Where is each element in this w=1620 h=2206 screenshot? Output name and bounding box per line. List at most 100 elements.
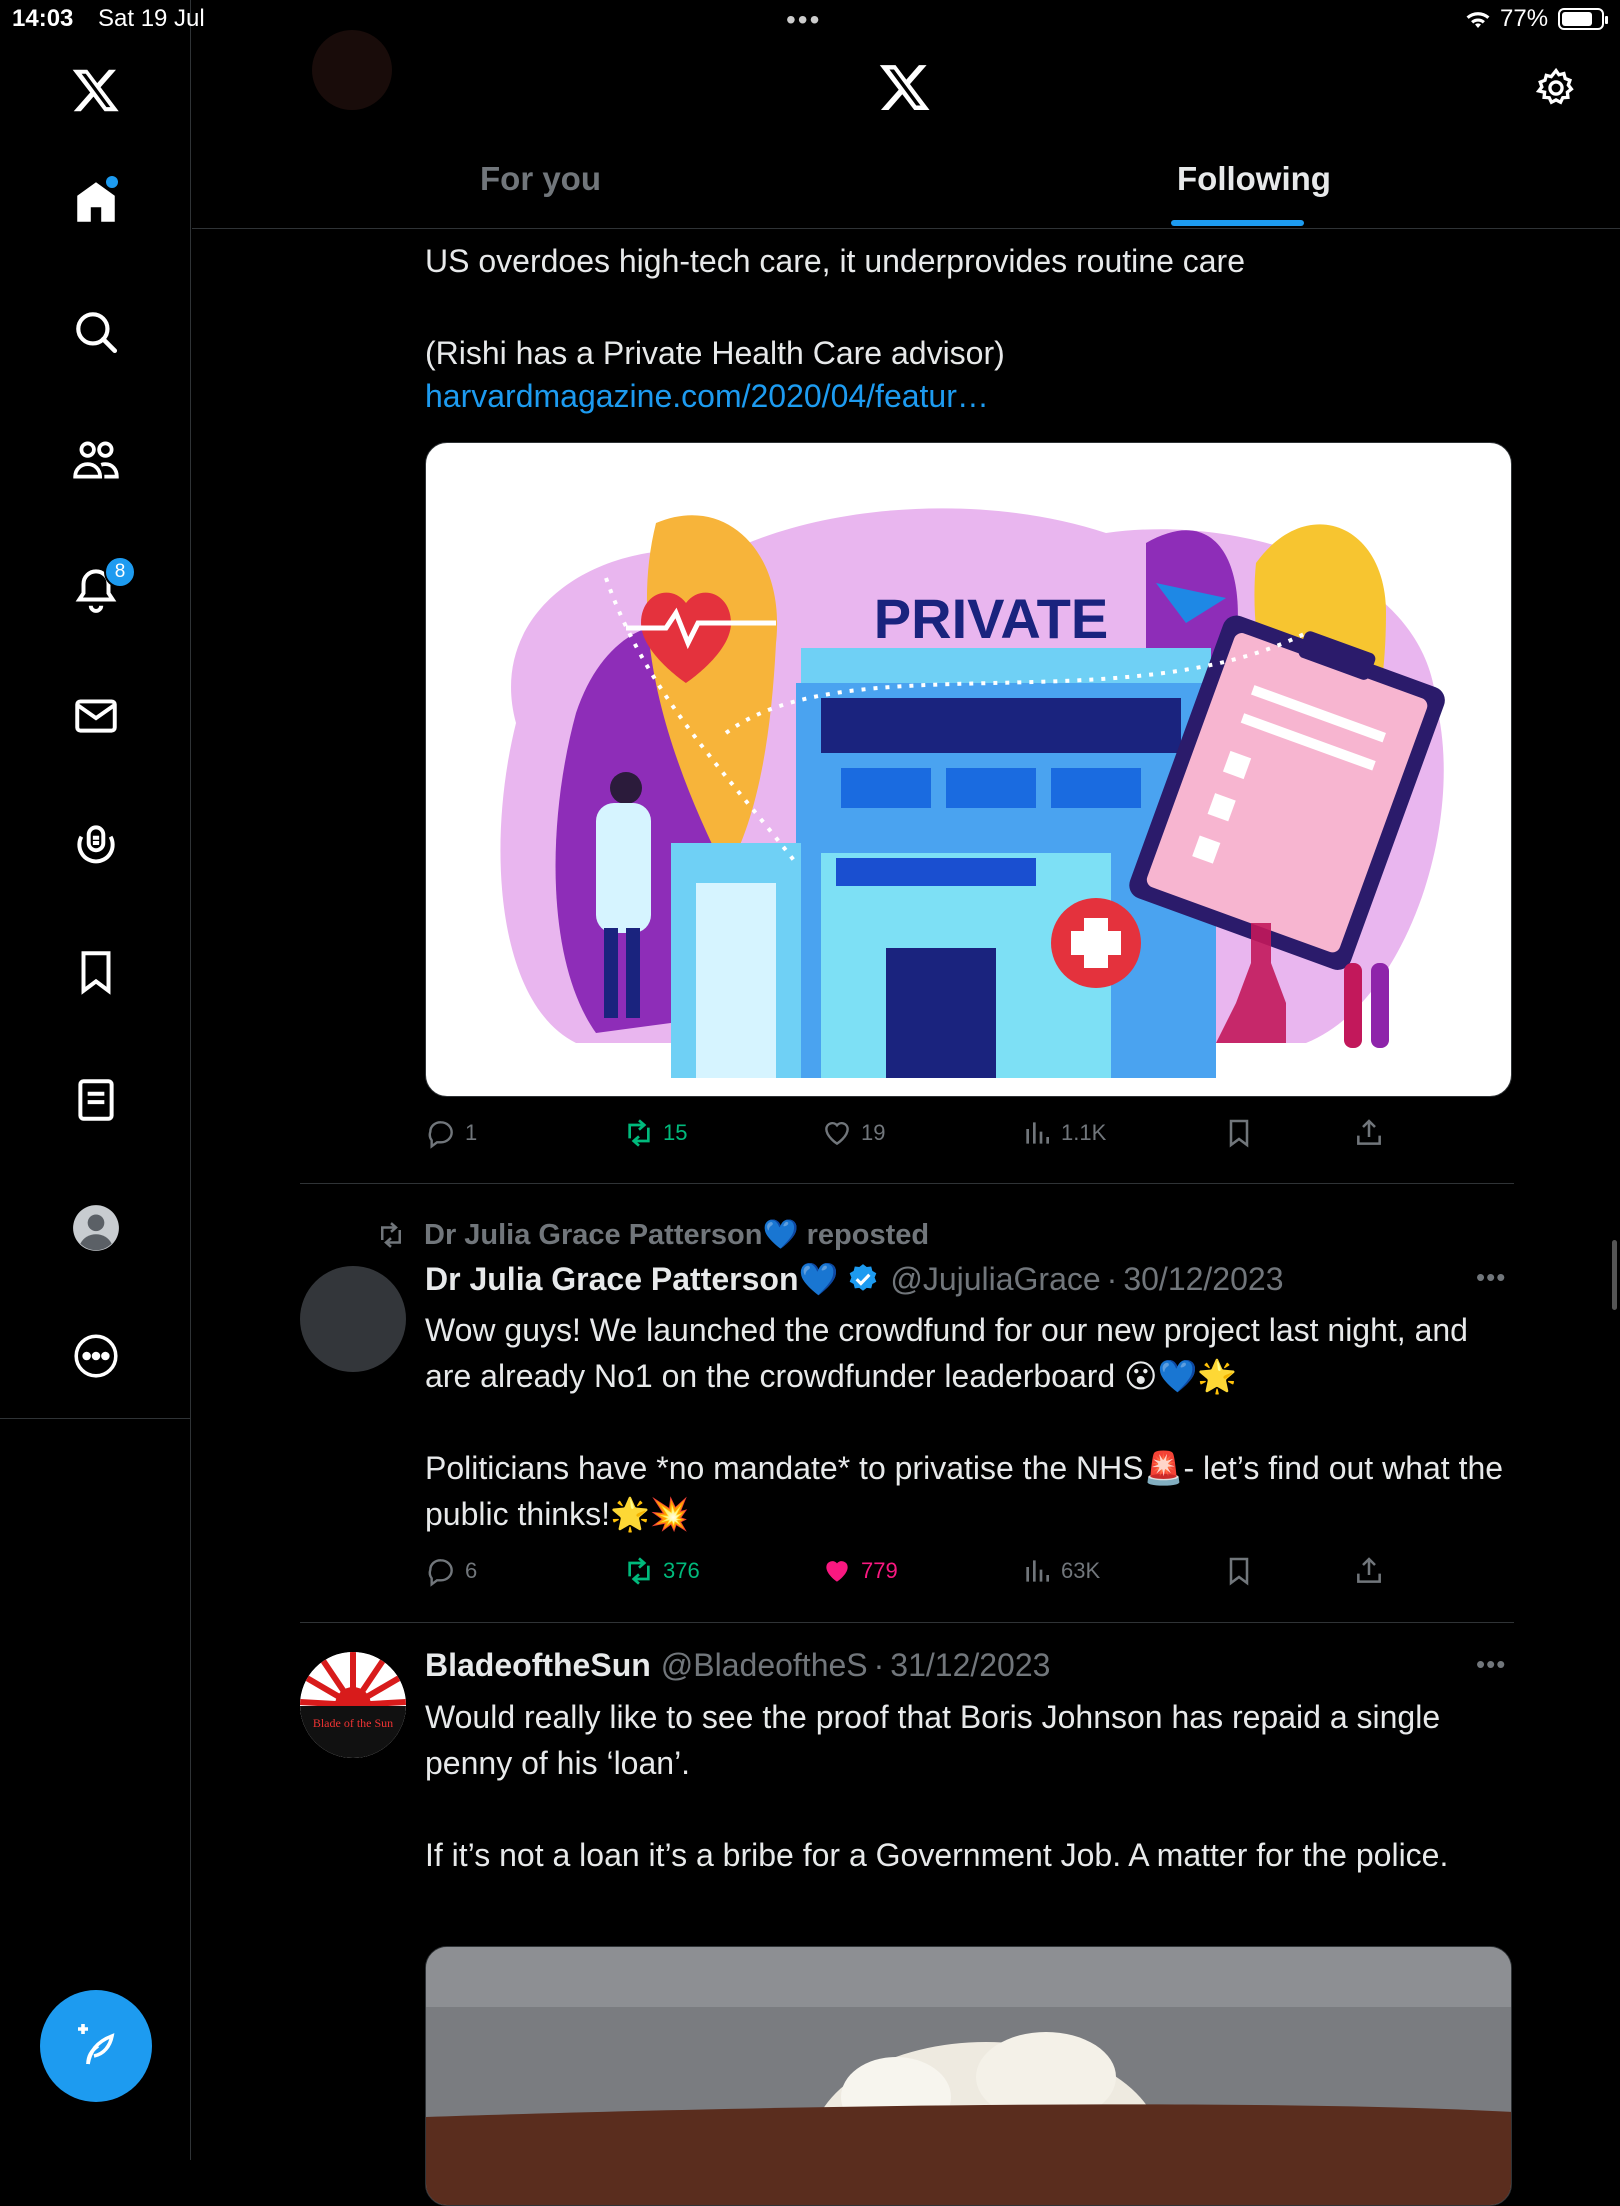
tweet-text: Wow guys! We launched the crowdfund for … xyxy=(425,1312,1468,1394)
x-logo[interactable] xyxy=(878,60,932,119)
private-hospital-illustration: PRIVATE xyxy=(500,508,1445,1078)
sidebar: 8 xyxy=(0,0,191,2160)
tweet-image[interactable]: PRIVATE xyxy=(425,442,1512,1097)
repost-icon xyxy=(628,1557,650,1585)
scrollbar[interactable] xyxy=(1612,1240,1617,1310)
sidebar-separator xyxy=(0,1418,191,1419)
mail-icon[interactable] xyxy=(64,684,128,748)
views-count: 63K xyxy=(1061,1558,1101,1583)
tweet-divider xyxy=(300,1183,1514,1184)
tab-following[interactable]: Following xyxy=(1177,160,1331,198)
bookmark-button[interactable] xyxy=(1223,1555,1263,1587)
repost-icon xyxy=(381,1222,401,1248)
tweet-header: Dr Julia Grace Patterson💙 @JujuliaGrace … xyxy=(425,1260,1283,1298)
search-icon[interactable] xyxy=(64,300,128,364)
tweet-actions: 6 376 779 63K xyxy=(425,1555,1435,1595)
illustration-title: PRIVATE xyxy=(874,587,1108,650)
views-button[interactable]: 1.1K xyxy=(1021,1117,1106,1149)
battery-percent: 77% xyxy=(1500,5,1549,32)
repost-icon xyxy=(628,1119,650,1147)
bookmark-icon xyxy=(1229,1119,1249,1148)
reply-count: 1 xyxy=(465,1120,478,1145)
wifi-icon xyxy=(1462,4,1494,39)
home-icon[interactable] xyxy=(64,170,128,234)
lists-icon[interactable] xyxy=(64,1068,128,1132)
reply-icon xyxy=(428,1559,453,1587)
profile-icon[interactable] xyxy=(64,1196,128,1260)
reply-button[interactable]: 6 xyxy=(425,1555,477,1587)
repost-context-label: Dr Julia Grace Patterson💙 reposted xyxy=(424,1219,930,1251)
tweet-header: BladeoftheSun @BladeoftheS · 31/12/2023 xyxy=(425,1647,1050,1684)
share-button[interactable] xyxy=(1353,1555,1393,1587)
tweet-text: If it’s not a loan it’s a bribe for a Go… xyxy=(425,1837,1449,1873)
repost-button[interactable]: 15 xyxy=(623,1117,687,1149)
reply-icon xyxy=(428,1121,453,1149)
active-tab-indicator xyxy=(1171,220,1304,226)
reply-count: 6 xyxy=(465,1558,478,1583)
repost-context[interactable]: Dr Julia Grace Patterson💙 reposted xyxy=(376,1218,929,1252)
timeline: US overdoes high-tech care, it underprov… xyxy=(192,0,1620,2206)
heart-filled-icon xyxy=(826,1561,848,1582)
battery-icon xyxy=(1558,8,1608,30)
views-icon xyxy=(1026,1560,1049,1582)
notification-badge: 8 xyxy=(104,556,136,588)
status-bar: 14:03 Sat 19 Jul ••• 77% xyxy=(0,0,1620,40)
dot-separator: · xyxy=(873,1647,885,1683)
avatar[interactable]: Blade of the Sun xyxy=(300,1652,406,1758)
verified-badge-icon xyxy=(850,1264,877,1291)
unread-dot xyxy=(106,176,118,188)
x-logo[interactable] xyxy=(64,58,128,122)
compose-feather-icon xyxy=(78,2024,115,2065)
tweet-link[interactable]: harvardmagazine.com/2020/04/featur… xyxy=(425,378,989,415)
tweet-date[interactable]: 31/12/2023 xyxy=(890,1647,1050,1684)
author-handle[interactable]: @BladeoftheS xyxy=(661,1647,868,1684)
multitasking-dots-icon[interactable]: ••• xyxy=(786,4,821,36)
status-date: Sat 19 Jul xyxy=(98,5,205,32)
more-options-icon[interactable]: ••• xyxy=(1476,1262,1506,1293)
bookmark-icon xyxy=(1229,1557,1249,1586)
share-button[interactable] xyxy=(1353,1117,1393,1149)
views-button[interactable]: 63K xyxy=(1021,1555,1100,1587)
author-name[interactable]: BladeoftheSun xyxy=(425,1647,651,1684)
author-handle[interactable]: @JujuliaGrace xyxy=(890,1261,1100,1298)
status-time: 14:03 xyxy=(12,5,74,32)
blurred-avatar xyxy=(312,30,392,110)
blade-of-the-sun-avatar: Blade of the Sun xyxy=(300,1652,406,1758)
communities-icon[interactable] xyxy=(64,428,128,492)
tweet-divider xyxy=(300,1622,1514,1623)
repost-count: 376 xyxy=(663,1558,700,1583)
compose-button[interactable] xyxy=(40,1990,152,2102)
tweet-text: Would really like to see the proof that … xyxy=(425,1699,1441,1781)
like-button[interactable]: 779 xyxy=(821,1555,898,1587)
views-icon xyxy=(1026,1122,1049,1144)
like-button[interactable]: 19 xyxy=(821,1117,885,1149)
tweet-text: US overdoes high-tech care, it underprov… xyxy=(425,243,1245,279)
settings-gear-icon[interactable] xyxy=(1534,66,1578,115)
bell-icon[interactable]: 8 xyxy=(64,556,136,620)
tweet-text: (Rishi has a Private Health Care advisor… xyxy=(425,335,1005,371)
grok-icon[interactable] xyxy=(64,812,128,876)
views-count: 1.1K xyxy=(1061,1120,1107,1145)
repost-count: 15 xyxy=(663,1120,688,1145)
tweet-text: Politicians have *no mandate* to privati… xyxy=(425,1450,1504,1532)
repost-button[interactable]: 376 xyxy=(623,1555,700,1587)
dot-separator: · xyxy=(1106,1260,1118,1297)
tab-for-you[interactable]: For you xyxy=(480,160,601,198)
share-icon xyxy=(1357,1557,1381,1583)
bookmark-icon[interactable] xyxy=(64,940,128,1004)
tweet-date[interactable]: 30/12/2023 xyxy=(1123,1261,1283,1298)
reply-button[interactable]: 1 xyxy=(425,1117,477,1149)
more-options-icon[interactable]: ••• xyxy=(1476,1649,1506,1680)
author-name[interactable]: Dr Julia Grace Patterson💙 xyxy=(425,1260,838,1298)
heart-icon xyxy=(825,1121,849,1146)
share-icon xyxy=(1357,1119,1381,1145)
like-count: 779 xyxy=(861,1558,898,1583)
like-count: 19 xyxy=(861,1120,886,1145)
more-icon[interactable] xyxy=(64,1324,128,1388)
tweet-image[interactable] xyxy=(425,1946,1512,2206)
avatar-lettering: Blade of the Sun xyxy=(313,1716,393,1730)
tweet-actions: 1 15 19 1.1K xyxy=(425,1117,1435,1157)
bookmark-button[interactable] xyxy=(1223,1117,1263,1149)
boris-johnson-photo xyxy=(426,1947,1511,2205)
avatar[interactable] xyxy=(300,1266,406,1372)
